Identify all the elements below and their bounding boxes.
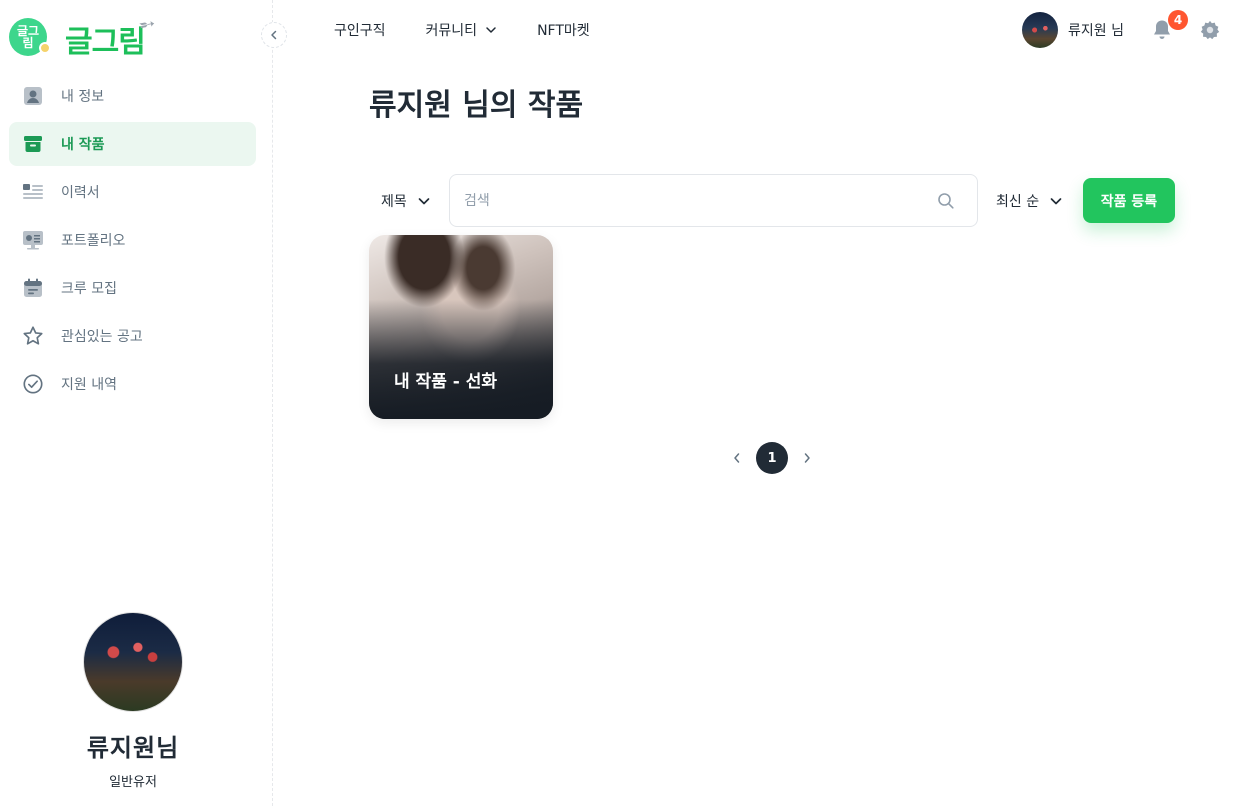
sidebar-item-label: 내 작품 <box>61 137 105 153</box>
notification-badge: 4 <box>1168 10 1188 30</box>
sidebar-item-label: 크루 모집 <box>61 281 117 297</box>
sidebar-item-label: 이력서 <box>61 185 100 201</box>
nav-label: NFT마켓 <box>537 23 590 39</box>
sort-value: 최신 순 <box>996 193 1040 210</box>
search-field-value: 제목 <box>381 193 407 210</box>
search-input[interactable] <box>464 192 924 209</box>
sidebar-collapse-button[interactable] <box>261 22 287 48</box>
sidebar-nav: 내 정보 내 작품 이력서 포트폴리오 크루 모집 관심있는 공고 지원 내역 <box>9 74 256 410</box>
sidebar-item-resume[interactable]: 이력서 <box>9 170 256 214</box>
user-name[interactable]: 류지원 님 <box>1068 20 1124 40</box>
nav-label: 커뮤니티 <box>425 23 478 39</box>
page-title: 류지원 님의 작품 <box>369 88 584 123</box>
portfolio-monitor-icon <box>22 229 44 251</box>
nav-label: 구인구직 <box>334 23 386 39</box>
sidebar-item-label: 관심있는 공고 <box>61 329 143 345</box>
sidebar-item-my-info[interactable]: 내 정보 <box>9 74 256 118</box>
prev-page-button[interactable] <box>724 442 750 474</box>
pagination: 1 <box>724 442 820 474</box>
header-actions: 류지원 님 4 <box>1022 10 1222 48</box>
chevron-down-icon <box>486 27 496 33</box>
chevron-left-icon <box>734 453 740 463</box>
top-nav: 구인구직 커뮤니티 NFT마켓 <box>334 20 630 40</box>
logo[interactable]: 글그 림 글그림 ➶ <box>9 9 161 60</box>
sidebar-item-interested-posts[interactable]: 관심있는 공고 <box>9 314 256 358</box>
chevron-down-icon <box>1050 197 1062 204</box>
profile-role: 일반유저 <box>109 775 157 790</box>
work-card-title: 내 작품 - 선화 <box>394 372 498 392</box>
logo-badge: 글그 림 <box>9 18 51 56</box>
archive-icon <box>22 133 44 155</box>
nav-community[interactable]: 커뮤니티 <box>426 20 498 40</box>
sidebar-item-label: 내 정보 <box>61 89 105 105</box>
chevron-right-icon <box>804 453 810 463</box>
nav-jobs[interactable]: 구인구직 <box>334 20 386 40</box>
sidebar-item-my-works[interactable]: 내 작품 <box>9 122 256 166</box>
chevron-left-icon <box>271 30 277 40</box>
sidebar-profile: 류지원님 일반유저 <box>0 612 266 790</box>
settings-button[interactable] <box>1198 18 1222 42</box>
chevron-down-icon <box>418 197 430 204</box>
profile-avatar[interactable] <box>83 612 183 712</box>
works-toolbar: 제목 최신 순 작품 등록 <box>369 174 1175 227</box>
sort-select[interactable]: 최신 순 <box>996 174 1063 227</box>
work-card[interactable]: 내 작품 - 선화 <box>369 235 553 419</box>
palette-icon <box>39 42 51 54</box>
notification-button[interactable]: 4 <box>1150 10 1188 42</box>
sidebar-item-crew-recruit[interactable]: 크루 모집 <box>9 266 256 310</box>
sidebar: 글그 림 글그림 ➶ 내 정보 내 작품 이력서 포트폴리오 크루 모집 관심있… <box>0 0 273 806</box>
logo-badge-text: 글그 림 <box>16 24 40 50</box>
calendar-icon <box>22 277 44 299</box>
top-header: 구인구직 커뮤니티 NFT마켓 류지원 님 4 <box>273 0 1248 60</box>
user-avatar[interactable] <box>1022 12 1059 48</box>
register-work-button[interactable]: 작품 등록 <box>1083 178 1175 223</box>
page-number-current[interactable]: 1 <box>756 442 788 474</box>
resume-list-icon <box>22 181 44 203</box>
star-icon <box>22 325 44 347</box>
sidebar-item-applications[interactable]: 지원 내역 <box>9 362 256 406</box>
sidebar-item-portfolio[interactable]: 포트폴리오 <box>9 218 256 262</box>
search-icon[interactable] <box>937 192 955 210</box>
search-box <box>449 174 978 227</box>
gear-icon <box>1200 20 1220 40</box>
search-field-select[interactable]: 제목 <box>369 174 449 227</box>
user-square-icon <box>22 85 44 107</box>
logo-text: 글그림 <box>65 25 146 60</box>
nav-nft-market[interactable]: NFT마켓 <box>537 20 590 40</box>
sidebar-item-label: 지원 내역 <box>61 377 117 393</box>
sidebar-item-label: 포트폴리오 <box>61 233 126 249</box>
next-page-button[interactable] <box>794 442 820 474</box>
profile-name: 류지원님 <box>86 734 180 762</box>
check-circle-icon <box>22 373 44 395</box>
